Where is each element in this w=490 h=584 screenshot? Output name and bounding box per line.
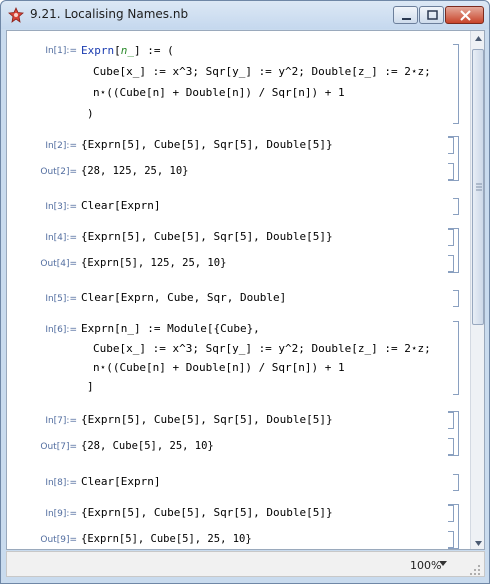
output-value: {28, 125, 25, 10} [81,165,189,177]
code-line[interactable]: Cube[x_] := x^3; Sqr[y_] := y^2; Double[… [93,342,431,355]
output-value: {28, Cube[5], 25, 10} [81,440,214,452]
close-button[interactable] [445,6,484,24]
notebook-window: 9.21. Localising Names.nb In[1]:= Exprn[… [0,0,490,584]
zoom-level[interactable]: 100% [410,559,441,572]
cell-bracket[interactable] [453,44,459,124]
cell-in8[interactable]: In[8]:= Clear[Exprn] [7,472,459,494]
cell-in5[interactable]: In[5]:= Clear[Exprn, Cube, Sqr, Double] [7,288,459,310]
close-icon [460,10,471,21]
group-bracket[interactable] [448,411,459,456]
input-label: In[9]:= [45,509,77,519]
group-bracket[interactable] [448,228,459,273]
status-bar: 100% [6,551,485,577]
code-line[interactable]: ] [87,380,94,393]
vertical-scrollbar[interactable] [470,31,485,550]
cell-in6[interactable]: In[6]:= Exprn[n_] := Module[{Cube}, Cube… [7,318,459,398]
output-value: {Exprn[5], 125, 25, 10} [81,257,227,269]
input-label: In[6]:= [45,325,77,335]
scroll-up-icon[interactable] [471,31,485,46]
maximize-button[interactable] [419,6,444,24]
cell-group-7[interactable]: In[7]:= {Exprn[5], Cube[5], Sqr[5], Doub… [7,409,459,459]
cell-in1[interactable]: In[1]:= Exprn[n_] := ( Cube[x_] := x^3; … [7,39,459,129]
code-line[interactable]: ) [87,107,94,120]
output-label: Out[4]= [40,259,77,269]
code-line[interactable]: Clear[Exprn] [81,199,160,212]
input-label: In[3]:= [45,202,77,212]
code-line[interactable]: Exprn[n_] := Module[{Cube}, [81,322,260,335]
code-line[interactable]: {Exprn[5], Cube[5], Sqr[5], Double[5]} [81,413,333,426]
code-line[interactable]: Exprn[n_] := ( [81,44,174,57]
cell-in3[interactable]: In[3]:= Clear[Exprn] [7,196,459,218]
chevron-down-icon[interactable] [439,561,447,567]
cell-group-4[interactable]: In[4]:= {Exprn[5], Cube[5], Sqr[5], Doub… [7,226,459,276]
grip-icon [476,183,482,191]
input-label: In[4]:= [45,233,77,243]
output-label: Out[2]= [40,167,77,177]
notebook-content[interactable]: In[1]:= Exprn[n_] := ( Cube[x_] := x^3; … [6,30,485,550]
code-line[interactable]: Clear[Exprn] [81,475,160,488]
group-bracket[interactable] [448,136,459,181]
output-label: Out[9]= [40,535,77,545]
code-line[interactable]: Cube[x_] := x^3; Sqr[y_] := y^2; Double[… [93,65,431,78]
cell-bracket[interactable] [453,321,459,395]
minimize-icon [402,18,411,20]
resize-grip-icon[interactable] [469,564,481,576]
input-label: In[8]:= [45,478,77,488]
window-title: 9.21. Localising Names.nb [30,7,189,21]
code-line[interactable]: Clear[Exprn, Cube, Sqr, Double] [81,291,286,304]
cell-bracket[interactable] [453,474,459,491]
scroll-thumb[interactable] [472,49,484,325]
output-label: Out[7]= [40,442,77,452]
input-label: In[5]:= [45,294,77,304]
group-bracket[interactable] [448,504,459,549]
input-label: In[7]:= [45,416,77,426]
code-line[interactable]: {Exprn[5], Cube[5], Sqr[5], Double[5]} [81,230,333,243]
code-line[interactable]: {Exprn[5], Cube[5], Sqr[5], Double[5]} [81,506,333,519]
minimize-button[interactable] [393,6,418,24]
maximize-icon [427,10,438,20]
cell-group-9[interactable]: In[9]:= {Exprn[5], Cube[5], Sqr[5], Doub… [7,502,459,549]
title-bar[interactable]: 9.21. Localising Names.nb [1,1,489,29]
code-line[interactable]: n⋆((Cube[n] + Double[n]) / Sqr[n]) + 1 [93,361,345,374]
code-line[interactable]: n⋆((Cube[n] + Double[n]) / Sqr[n]) + 1 [93,86,345,99]
input-label: In[1]:= [45,46,77,56]
input-label: In[2]:= [45,141,77,151]
cell-group-2[interactable]: In[2]:= {Exprn[5], Cube[5], Sqr[5], Doub… [7,134,459,184]
cell-bracket[interactable] [453,290,459,307]
scroll-down-icon[interactable] [471,536,485,550]
cell-bracket[interactable] [453,198,459,215]
output-value: {Exprn[5], Cube[5], 25, 10} [81,533,252,545]
mathematica-icon [8,7,24,23]
code-line[interactable]: {Exprn[5], Cube[5], Sqr[5], Double[5]} [81,138,333,151]
